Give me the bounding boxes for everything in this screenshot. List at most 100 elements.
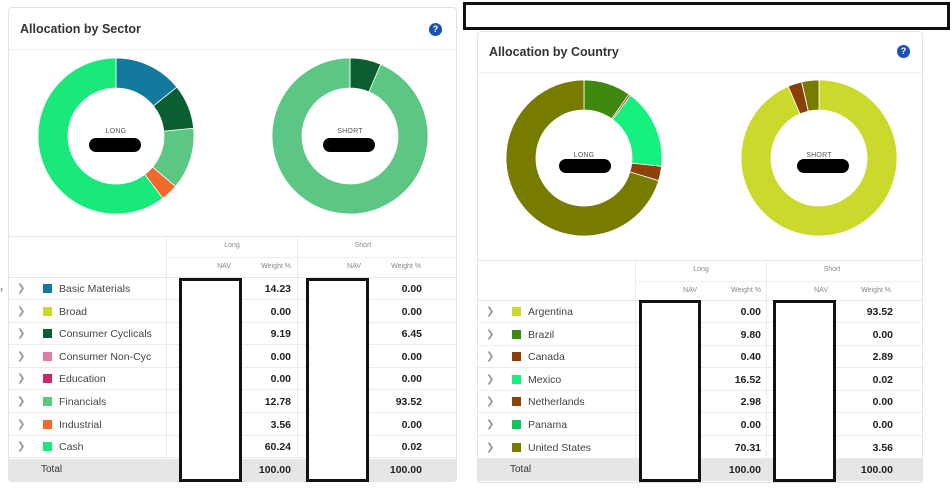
donut-center-label: SHORT bbox=[806, 152, 832, 159]
row-name: Canada bbox=[528, 351, 565, 364]
short-weight: 0.00 bbox=[872, 419, 893, 431]
divider bbox=[478, 72, 922, 73]
divider bbox=[9, 49, 456, 50]
expand-chevron-icon[interactable]: ❯ bbox=[486, 329, 494, 340]
redaction-scribble bbox=[89, 138, 141, 152]
long-weight: 3.56 bbox=[270, 418, 291, 431]
color-swatch bbox=[43, 351, 52, 361]
short-weight: 0.00 bbox=[401, 350, 422, 363]
expand-chevron-icon[interactable]: ❯ bbox=[17, 328, 25, 339]
redaction-bar bbox=[463, 2, 950, 30]
group-header-long: Long bbox=[693, 266, 709, 273]
expand-chevron-icon[interactable]: ❯ bbox=[17, 283, 25, 294]
long-weight: 12.78 bbox=[264, 396, 291, 408]
redaction-scribble bbox=[559, 159, 611, 173]
donut-center-label: LONG bbox=[573, 152, 595, 159]
expand-chevron-icon[interactable]: ❯ bbox=[486, 396, 494, 407]
long-weight: 9.80 bbox=[740, 328, 761, 341]
row-name: Financials bbox=[59, 396, 107, 408]
expand-chevron-icon[interactable]: ❯ bbox=[17, 306, 25, 317]
color-swatch bbox=[43, 374, 52, 384]
divider bbox=[166, 257, 456, 258]
color-swatch bbox=[43, 397, 52, 406]
column-header-nav: NAV bbox=[347, 263, 361, 270]
color-swatch bbox=[43, 442, 52, 452]
sector-long-donut bbox=[36, 56, 196, 216]
long-weight: 0.00 bbox=[740, 306, 761, 318]
short-weight: 0.00 bbox=[401, 373, 422, 386]
long-weight: 14.23 bbox=[264, 283, 291, 295]
short-weight: 0.00 bbox=[401, 418, 422, 431]
color-swatch bbox=[512, 420, 521, 429]
row-name: Mexico bbox=[528, 373, 562, 386]
expand-chevron-icon[interactable]: ❯ bbox=[17, 396, 25, 407]
short-weight: 0.00 bbox=[401, 283, 422, 295]
long-weight: 60.24 bbox=[264, 441, 291, 454]
row-name: Netherlands bbox=[528, 396, 585, 409]
expand-chevron-icon[interactable]: ❯ bbox=[486, 442, 494, 453]
color-swatch bbox=[43, 419, 52, 429]
row-name: United States bbox=[528, 441, 592, 454]
total-short-weight: 100.00 bbox=[389, 464, 422, 476]
color-swatch bbox=[512, 352, 521, 362]
column-header-nav: NAV bbox=[814, 287, 828, 294]
redaction-box bbox=[179, 278, 242, 482]
short-weight: 3.56 bbox=[872, 441, 893, 454]
divider bbox=[478, 260, 922, 261]
short-weight: 93.52 bbox=[866, 306, 893, 318]
short-weight: 2.89 bbox=[872, 351, 893, 364]
panel-title: Allocation by Country bbox=[489, 45, 619, 59]
total-long-weight: 100.00 bbox=[728, 464, 761, 476]
column-header-weight: Weight % bbox=[391, 263, 421, 270]
expand-chevron-icon[interactable]: ❯ bbox=[486, 374, 494, 385]
redaction-scribble bbox=[797, 159, 849, 173]
long-weight: 0.00 bbox=[740, 419, 761, 431]
expand-chevron-icon[interactable]: ❯ bbox=[486, 351, 494, 362]
total-short-weight: 100.00 bbox=[860, 464, 893, 476]
long-weight: 0.40 bbox=[740, 351, 761, 364]
row-name: Industrial bbox=[59, 418, 102, 431]
group-header-short: Short bbox=[354, 242, 372, 249]
long-weight: 0.00 bbox=[270, 373, 291, 386]
redaction-box bbox=[639, 300, 701, 482]
short-weight: 0.00 bbox=[401, 305, 422, 318]
row-name: Consumer Cyclicals bbox=[59, 328, 152, 341]
short-weight: 6.45 bbox=[401, 328, 422, 341]
color-swatch bbox=[512, 374, 521, 384]
help-icon[interactable]: ? bbox=[429, 23, 442, 36]
expand-chevron-icon[interactable]: ❯ bbox=[486, 419, 494, 430]
short-weight: 93.52 bbox=[395, 396, 422, 408]
row-name: Consumer Non-Cyc bbox=[59, 350, 152, 363]
row-name: Argentina bbox=[528, 306, 573, 318]
total-label: Total bbox=[510, 464, 532, 475]
expand-chevron-icon[interactable]: ❯ bbox=[17, 419, 25, 430]
row-name: Basic Materials bbox=[59, 283, 131, 295]
expand-chevron-icon[interactable]: ❯ bbox=[486, 306, 494, 317]
redaction-scribble bbox=[323, 138, 375, 152]
column-header-weight: Weight % bbox=[731, 287, 761, 294]
group-header-long: Long bbox=[224, 242, 240, 249]
row-name: Cash bbox=[59, 441, 84, 454]
donut-center-label: SHORT bbox=[337, 128, 363, 135]
column-header-nav: NAV bbox=[683, 287, 697, 294]
short-weight: 0.02 bbox=[401, 441, 422, 454]
divider bbox=[635, 281, 922, 282]
donut-chart bbox=[271, 57, 429, 215]
column-header-nav: NAV bbox=[217, 263, 231, 270]
color-swatch bbox=[512, 397, 521, 407]
color-swatch bbox=[43, 284, 52, 293]
panel-title: Allocation by Sector bbox=[20, 22, 141, 36]
expand-chevron-icon[interactable]: ❯ bbox=[17, 373, 25, 384]
long-weight: 0.00 bbox=[270, 305, 291, 318]
help-icon[interactable]: ? bbox=[897, 45, 910, 58]
expand-chevron-icon[interactable]: ❯ bbox=[17, 351, 25, 362]
row-name: Education bbox=[59, 373, 106, 386]
long-weight: 9.19 bbox=[270, 328, 291, 341]
column-header-weight: Weight % bbox=[861, 287, 891, 294]
redaction-box bbox=[773, 300, 836, 482]
long-weight: 16.52 bbox=[734, 373, 761, 386]
expand-chevron-icon[interactable]: ❯ bbox=[17, 441, 25, 452]
short-weight: 0.00 bbox=[872, 328, 893, 341]
row-name: Broad bbox=[59, 305, 88, 318]
row-name: Brazil bbox=[528, 328, 555, 341]
